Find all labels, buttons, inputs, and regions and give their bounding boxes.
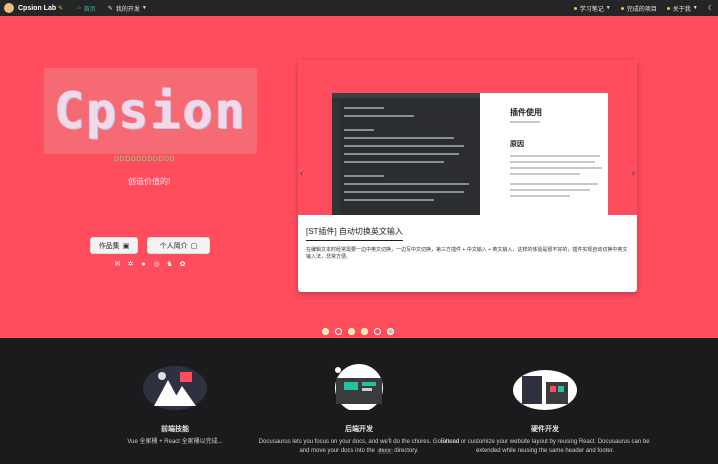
hero-title-box: Cpsion [44, 68, 257, 154]
button-label: 个人简介 [159, 242, 188, 250]
inline-code: docs [376, 448, 393, 454]
hero-title: Cpsion [54, 82, 247, 140]
qq-icon[interactable]: ♞ [166, 261, 173, 268]
chevron-down-icon: ▼ [141, 5, 147, 11]
dribbble-icon[interactable]: ◎ [153, 261, 160, 268]
settings-icon[interactable]: ✲ [127, 261, 134, 268]
pagination-dot[interactable] [387, 328, 394, 335]
feature-description: Docusaurus lets you focus on your docs, … [254, 438, 464, 456]
carousel-next-icon[interactable]: › [632, 168, 635, 179]
hardware-illustration [513, 370, 577, 410]
nav-item-about[interactable]: 关于我 ▼ [666, 4, 698, 13]
carousel-pagination [322, 328, 400, 335]
projects-icon [620, 6, 624, 10]
carousel-prev-icon[interactable]: ‹ [300, 168, 303, 179]
feature-title: 后端开发 [345, 426, 373, 433]
home-icon: ⌂ [77, 5, 81, 11]
about-icon [666, 6, 670, 10]
feature-description: Extend or customize your website layout … [440, 439, 650, 454]
nav-item-label: 学习笔记 [579, 6, 604, 13]
slide-caption: [ST插件] 自动切换英文输入 在编辑文本时经常需要一边中英文切换，一边写中文切… [298, 215, 637, 292]
frontend-illustration [143, 366, 207, 410]
nav-item-notes[interactable]: 学习笔记 ▼ [573, 4, 611, 13]
slide-image: 插件使用 原因 ‹ › [298, 60, 637, 215]
profile-button[interactable]: 个人简介 ▢ [147, 237, 210, 254]
pagination-dot[interactable] [361, 328, 368, 335]
editor-window [332, 93, 480, 215]
github-icon[interactable]: ● [140, 261, 147, 268]
feature-description-end: directory. [394, 448, 419, 454]
nav-item-label: 关于我 [672, 6, 691, 13]
pagination-dot[interactable] [322, 328, 329, 335]
preview-heading: 插件使用 [510, 108, 542, 117]
chevron-down-icon: ▼ [605, 5, 611, 11]
backend-illustration [335, 364, 383, 410]
hero-subtitle: DDDDDDDDDDD [114, 156, 176, 163]
hero-slogan: 创造价值的! [128, 177, 171, 186]
brand-mark-icon: ✎ [58, 5, 64, 12]
features-section: 前端技能 Vue 全家桶 + React 全家桶以完成... 后端开发 Docu… [0, 338, 718, 464]
portfolio-button[interactable]: 作品集 ▣ [90, 237, 138, 254]
pagination-dot[interactable] [348, 328, 355, 335]
wechat-icon[interactable]: ✿ [179, 261, 186, 268]
document-icon: ▢ [190, 242, 198, 250]
theme-toggle-icon[interactable]: ☾ [708, 4, 714, 12]
nav-item-label: 首页 [83, 6, 96, 13]
preview-subheading: 原因 [510, 141, 524, 148]
pagination-dot[interactable] [335, 328, 342, 335]
nav-item-label: 完成的项目 [626, 6, 657, 13]
feature-title: 前端技能 [161, 426, 189, 433]
brand-title[interactable]: Cpsion Lab [18, 5, 56, 12]
box-icon: ▣ [122, 242, 130, 250]
chevron-down-icon: ▼ [692, 5, 698, 11]
pen-icon: ✎ [107, 5, 113, 12]
navbar: Cpsion Lab ✎ ⌂ 首页 ✎ 我的开发 ▼ 学习笔记 ▼ 完成的项目 … [0, 0, 718, 16]
social-links: ✉ ✲ ● ◎ ♞ ✿ [114, 261, 192, 268]
mail-icon[interactable]: ✉ [114, 261, 121, 268]
slide-title[interactable]: [ST插件] 自动切换英文输入 [306, 226, 403, 241]
nav-item-dev[interactable]: ✎ 我的开发 ▼ [108, 4, 147, 13]
feature-description-text: Docusaurus lets you focus on your docs, … [258, 439, 460, 454]
slide-description: 在编辑文本时经常需要一边中英文切换，一边写中文切换，第三方插件 + 中文输入 +… [306, 247, 628, 260]
feature-title: 硬件开发 [531, 426, 559, 433]
nav-item-projects[interactable]: 完成的项目 [620, 4, 657, 13]
slide-screenshot: 插件使用 原因 [332, 93, 608, 215]
notes-icon [573, 6, 577, 10]
markdown-preview: 插件使用 原因 [480, 93, 608, 215]
nav-item-home[interactable]: ⌂ 首页 [77, 4, 96, 13]
project-carousel: 插件使用 原因 ‹ › [ST插件] 自动切换英文输入 在编辑文本时经常需要一边… [298, 60, 637, 292]
logo-icon[interactable] [4, 3, 14, 13]
nav-item-label: 我的开发 [115, 6, 140, 13]
feature-description: Vue 全家桶 + React 全家桶以完成... [127, 439, 223, 445]
pagination-dot[interactable] [374, 328, 381, 335]
button-label: 作品集 [98, 242, 120, 250]
